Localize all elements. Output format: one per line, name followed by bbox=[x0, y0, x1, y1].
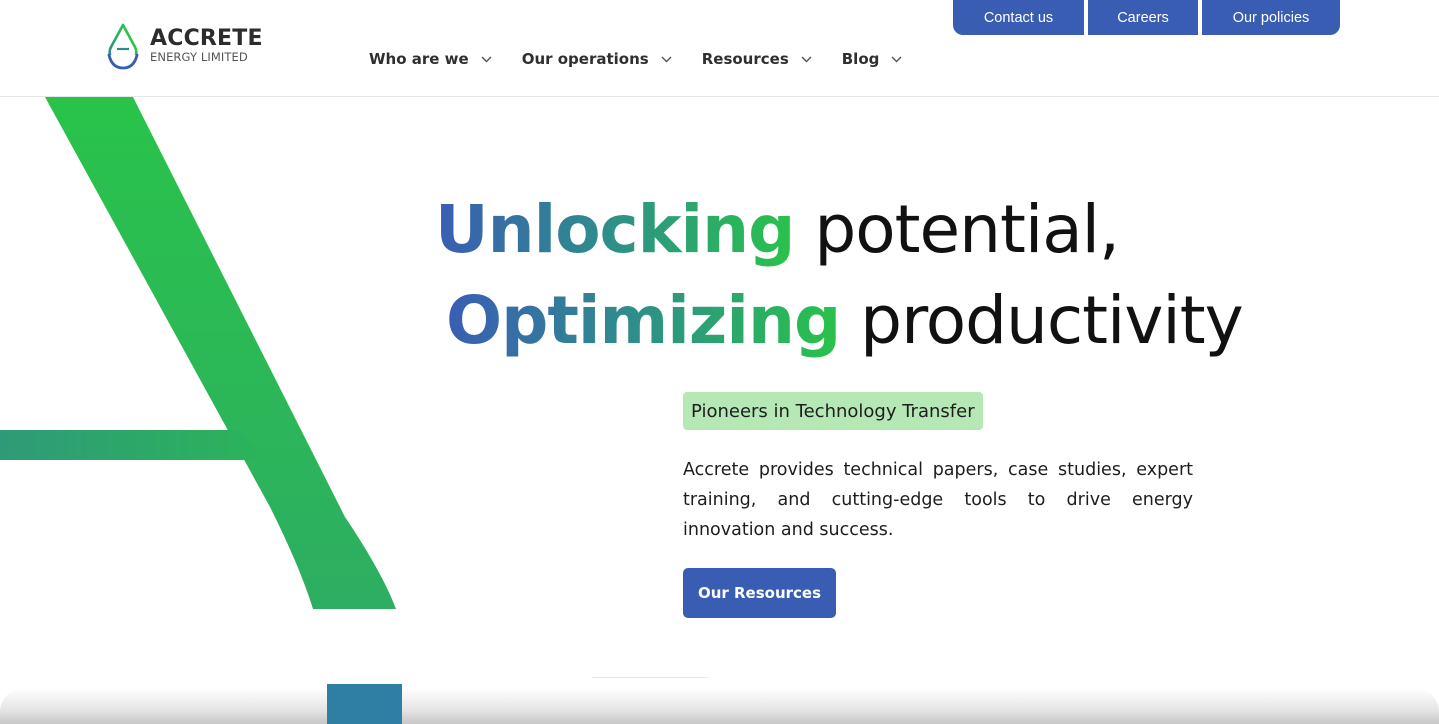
brand-logo[interactable]: ACCRETE ENERGY LIMITED bbox=[106, 22, 266, 72]
nav-item-who-are-we[interactable]: Who are we bbox=[369, 50, 492, 68]
nav-item-label: Who are we bbox=[369, 50, 469, 68]
hero-letter-a-graphic bbox=[0, 97, 396, 609]
nav-item-our-operations[interactable]: Our operations bbox=[522, 50, 672, 68]
nav-item-label: Resources bbox=[701, 50, 789, 68]
main-nav: Who are we Our operations Resources Blog bbox=[369, 48, 932, 70]
chevron-down-icon bbox=[801, 56, 812, 62]
site-header: ACCRETE ENERGY LIMITED Who are we Our op… bbox=[0, 0, 1439, 97]
next-section-edge bbox=[0, 688, 1439, 724]
nav-item-label: Blog bbox=[841, 50, 880, 68]
chevron-down-icon bbox=[661, 56, 672, 62]
hero-tagline-badge: Pioneers in Technology Transfer bbox=[683, 392, 983, 430]
contact-us-button[interactable]: Contact us bbox=[953, 0, 1084, 35]
hero-description: Accrete provides technical papers, case … bbox=[683, 460, 1193, 540]
nav-item-blog[interactable]: Blog bbox=[842, 50, 903, 68]
careers-button[interactable]: Careers bbox=[1088, 0, 1198, 35]
top-utility-buttons: Contact us Careers Our policies bbox=[953, 0, 1340, 35]
headline-rest-1: potential, bbox=[814, 191, 1120, 268]
nav-item-label: Our operations bbox=[521, 50, 649, 68]
our-resources-button[interactable]: Our Resources bbox=[683, 568, 836, 618]
headline-line-2: Optimizing productivity bbox=[446, 281, 1244, 361]
headline-rest-2: productivity bbox=[860, 282, 1244, 359]
chevron-down-icon bbox=[891, 56, 902, 62]
headline-highlight-2: Optimizing bbox=[446, 282, 841, 359]
nav-item-resources[interactable]: Resources bbox=[702, 50, 812, 68]
logo-wordmark: ACCRETE ENERGY LIMITED bbox=[150, 26, 263, 65]
headline-highlight-1: Unlocking bbox=[435, 191, 795, 268]
chevron-down-icon bbox=[481, 56, 492, 62]
droplet-logo-icon bbox=[107, 23, 139, 70]
headline-line-1: Unlocking potential, bbox=[435, 190, 1120, 270]
our-policies-button[interactable]: Our policies bbox=[1202, 0, 1340, 35]
divider bbox=[592, 677, 708, 678]
next-section-accent-block bbox=[327, 684, 402, 724]
logo-name: ACCRETE bbox=[150, 26, 263, 51]
logo-subtitle: ENERGY LIMITED bbox=[150, 50, 248, 64]
